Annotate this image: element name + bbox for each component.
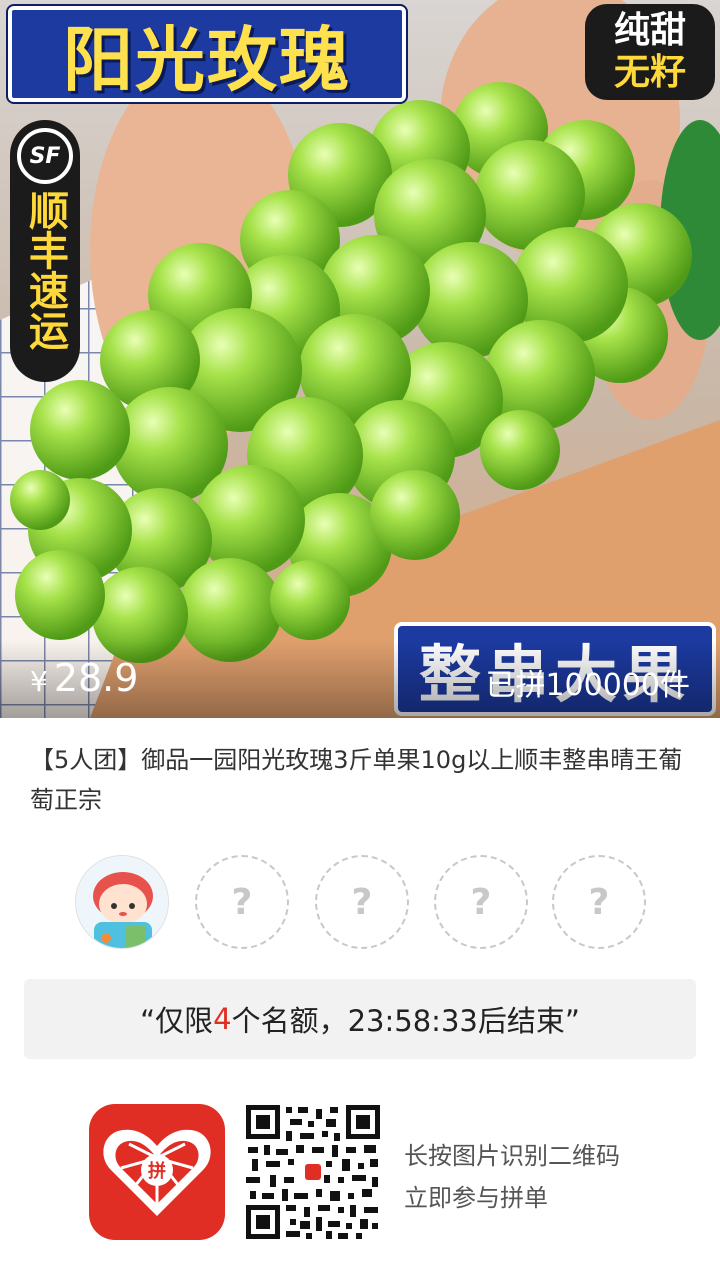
sf-logo-icon: SF (17, 128, 73, 184)
sold-count: 已拼100000件 (485, 668, 690, 703)
remaining-count: 4 (213, 1002, 232, 1036)
variety-title-text: 阳光玫瑰 (63, 18, 351, 101)
notice-suffix: 个名额，23:58:33后结束” (231, 1004, 580, 1038)
qr-instructions: 长按图片识别二维码 立即参与拼单 (404, 1135, 620, 1219)
empty-slot-question-icon: ? (470, 881, 492, 923)
seedless-tag: 纯甜 无籽 (585, 4, 715, 100)
grape-bunch-illustration (0, 0, 720, 718)
sf-express-badge: SF 顺丰速运 (10, 120, 80, 382)
cartoon-girl-avatar-icon (76, 856, 168, 948)
currency-symbol: ¥ (30, 665, 48, 698)
qr-code-icon (246, 1105, 380, 1239)
product-title[interactable]: 【5人团】御品一园阳光玫瑰3斤单果10g以上顺丰整串晴王葡萄正宗 (30, 740, 690, 820)
variety-title-banner: 阳光玫瑰 (8, 6, 406, 102)
empty-slot-4: ? (552, 855, 646, 949)
empty-slot-3: ? (434, 855, 528, 949)
qr-code[interactable] (246, 1105, 380, 1239)
empty-slot-1: ? (195, 855, 289, 949)
empty-slot-question-icon: ? (588, 881, 610, 923)
notice-prefix: “仅限 (140, 1004, 214, 1038)
sf-express-text: 顺丰速运 (22, 190, 68, 350)
product-price: ¥28.9 (30, 656, 138, 700)
heart-logo-icon: 拼 (103, 1129, 211, 1216)
group-member-slots: ? ? ? ? (75, 855, 655, 951)
qr-instruction-line1: 长按图片识别二维码 (404, 1142, 620, 1170)
qr-instruction-line2: 立即参与拼单 (404, 1184, 548, 1212)
group-leader-avatar[interactable] (75, 855, 169, 949)
empty-slot-question-icon: ? (231, 881, 253, 923)
remaining-spots-notice: “仅限 4 个名额，23:58:33后结束” (24, 979, 696, 1059)
price-value: 28.9 (53, 656, 139, 700)
pinduoduo-app-icon: 拼 (89, 1104, 225, 1240)
empty-slot-question-icon: ? (351, 881, 373, 923)
app-icon-text: 拼 (148, 1160, 166, 1182)
product-hero-image[interactable]: 阳光玫瑰 纯甜 无籽 SF 顺丰速运 整串大果 ¥28.9 已拼100000件 (0, 0, 720, 718)
empty-slot-2: ? (315, 855, 409, 949)
seedless-tag-line1: 纯甜 (613, 10, 686, 51)
seedless-tag-line2: 无籽 (613, 52, 686, 93)
